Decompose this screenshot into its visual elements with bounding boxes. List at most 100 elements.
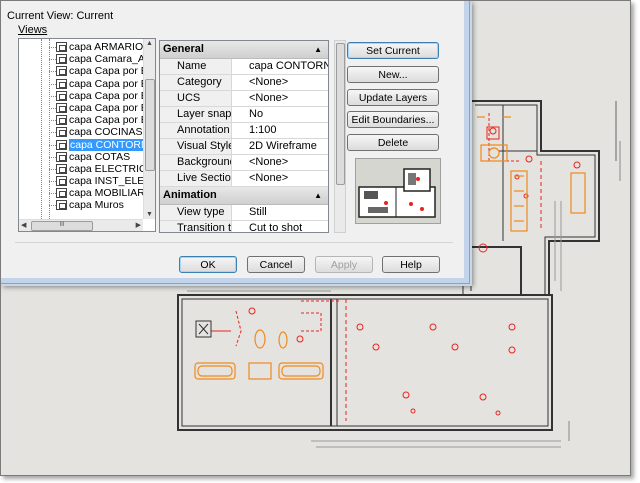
help-button[interactable]: Help — [382, 256, 440, 273]
tree-connector — [49, 53, 56, 61]
property-row[interactable]: View type Still — [160, 205, 328, 221]
view-icon — [56, 188, 67, 199]
view-icon — [56, 115, 67, 126]
view-icon — [56, 78, 67, 89]
tree-vscroll-thumb[interactable] — [145, 79, 155, 171]
view-icon — [56, 90, 67, 101]
tree-item[interactable]: capa Camara_Aire — [19, 53, 155, 65]
property-row[interactable]: Visual Style 2D Wireframe — [160, 139, 328, 155]
tree-item[interactable]: capa ELECTRICIDA — [19, 163, 155, 175]
properties-scroll-thumb[interactable] — [336, 43, 345, 185]
scroll-right-icon[interactable]: ▶ — [136, 221, 141, 229]
property-key: Background o... — [160, 155, 232, 170]
view-preview-thumbnail — [355, 158, 441, 224]
footer-separator — [15, 242, 453, 243]
property-key: Visual Style — [160, 139, 232, 154]
properties-scrollbar[interactable] — [334, 40, 346, 233]
tree-vertical-scrollbar[interactable]: ▲ ▼ — [143, 39, 155, 219]
collapse-caret-icon[interactable]: ▲ — [314, 41, 322, 58]
current-view-label: Current View: Current — [7, 10, 114, 22]
apply-button[interactable]: Apply — [315, 256, 373, 273]
tree-item[interactable]: capa COTAS — [19, 151, 144, 163]
tree-hscroll-thumb[interactable]: III — [31, 221, 93, 231]
tree-item[interactable]: capa Capa por Enti — [19, 78, 155, 90]
animation-rows: View type Still Transition type Cut to shot… — [160, 205, 328, 232]
property-key: View type — [160, 205, 232, 220]
property-row[interactable]: UCS <None> — [160, 91, 328, 107]
property-value[interactable]: Cut to shot — [247, 221, 302, 232]
tree-connector — [49, 102, 56, 109]
tree-horizontal-scrollbar[interactable]: ◀ III ▶ — [19, 219, 143, 231]
property-value[interactable]: No — [247, 107, 263, 121]
view-icon — [56, 176, 67, 187]
scroll-down-icon[interactable]: ▼ — [146, 211, 153, 218]
general-rows: Name capa CONTORNO Category <None> UCS <None>… — [160, 59, 328, 187]
property-row[interactable]: Layer snapshot No — [160, 107, 328, 123]
property-key: Name — [160, 59, 232, 74]
tree-connector — [49, 151, 56, 158]
new-button[interactable]: New... — [347, 66, 439, 83]
cancel-button[interactable]: Cancel — [247, 256, 305, 273]
tree-item-label: capa ARMARIOS — [69, 41, 151, 53]
tree-connector — [49, 78, 56, 85]
property-key: Category — [160, 75, 232, 90]
tree-item[interactable]: capa Capa por Enti — [19, 114, 155, 126]
tree-item[interactable]: capa CONTORNO — [19, 138, 155, 151]
view-icon — [56, 66, 67, 77]
tree-item[interactable]: capa ARMARIOS — [19, 41, 150, 53]
ok-button[interactable]: OK — [179, 256, 237, 273]
section-animation-title: Animation — [163, 189, 217, 201]
section-animation[interactable]: Animation ▲ — [160, 187, 328, 205]
section-general-title: General — [163, 43, 204, 55]
scroll-left-icon[interactable]: ◀ — [21, 221, 26, 229]
tree-item-label: capa Muros — [69, 199, 124, 212]
property-row[interactable]: Live Section <None> — [160, 171, 328, 187]
property-value[interactable]: capa CONTORNO — [247, 59, 328, 73]
property-value[interactable]: <None> — [247, 155, 288, 169]
property-value[interactable]: Still — [247, 205, 267, 219]
tree-rows: capa ARMARIOS capa Camara_Aire capa Capa p… — [19, 41, 155, 212]
property-value[interactable]: <None> — [247, 91, 288, 105]
tree-item[interactable]: capa Capa por Enti — [19, 102, 155, 114]
property-value[interactable]: 2D Wireframe — [247, 139, 317, 153]
view-icon — [56, 151, 67, 162]
property-key: UCS — [160, 91, 232, 106]
property-value[interactable]: <None> — [247, 75, 288, 89]
tree-item[interactable]: capa INST_ELECTR — [19, 175, 155, 187]
update-layers-button[interactable]: Update Layers — [347, 89, 439, 106]
property-row[interactable]: Background o... <None> — [160, 155, 328, 171]
tree-item[interactable]: capa COCINAS — [19, 126, 144, 138]
scroll-up-icon[interactable]: ▲ — [146, 40, 153, 47]
property-value[interactable]: <None> — [247, 171, 288, 185]
tree-connector — [49, 163, 56, 170]
tree-connector — [49, 114, 56, 122]
delete-button[interactable]: Delete — [347, 134, 439, 151]
tree-connector — [49, 139, 56, 146]
tree-item[interactable]: capa Muros — [19, 199, 144, 211]
tree-connector — [49, 187, 56, 195]
property-key: Annotation sc... — [160, 123, 232, 138]
view-icon — [56, 102, 67, 113]
tree-item[interactable]: capa Capa por Enti — [19, 90, 155, 102]
property-key: Live Section — [160, 171, 232, 186]
views-tree[interactable]: capa ARMARIOS capa Camara_Aire capa Capa p… — [18, 38, 156, 232]
property-row[interactable]: Category <None> — [160, 75, 328, 91]
section-general[interactable]: General ▲ — [160, 41, 328, 59]
view-icon — [56, 42, 67, 52]
tree-connector — [49, 90, 56, 97]
tree-connector — [49, 41, 56, 48]
property-value[interactable]: 1:100 — [247, 123, 277, 137]
property-row[interactable]: Name capa CONTORNO — [160, 59, 328, 75]
set-current-button[interactable]: Set Current — [347, 42, 439, 59]
collapse-caret-icon[interactable]: ▲ — [314, 187, 322, 204]
property-row[interactable]: Transition type Cut to shot — [160, 221, 328, 232]
properties-grid[interactable]: General ▲ Name capa CONTORNO Category <None… — [159, 40, 329, 233]
tree-connector — [49, 65, 56, 73]
view-icon — [56, 54, 67, 65]
property-row[interactable]: Annotation sc... 1:100 — [160, 123, 328, 139]
tree-item[interactable]: capa MOBILIARIO — [19, 187, 155, 199]
tree-item[interactable]: capa Capa por Enti — [19, 65, 155, 77]
view-icon — [56, 139, 67, 150]
edit-boundaries-button[interactable]: Edit Boundaries... — [347, 111, 439, 128]
preview-drawing — [358, 168, 436, 218]
